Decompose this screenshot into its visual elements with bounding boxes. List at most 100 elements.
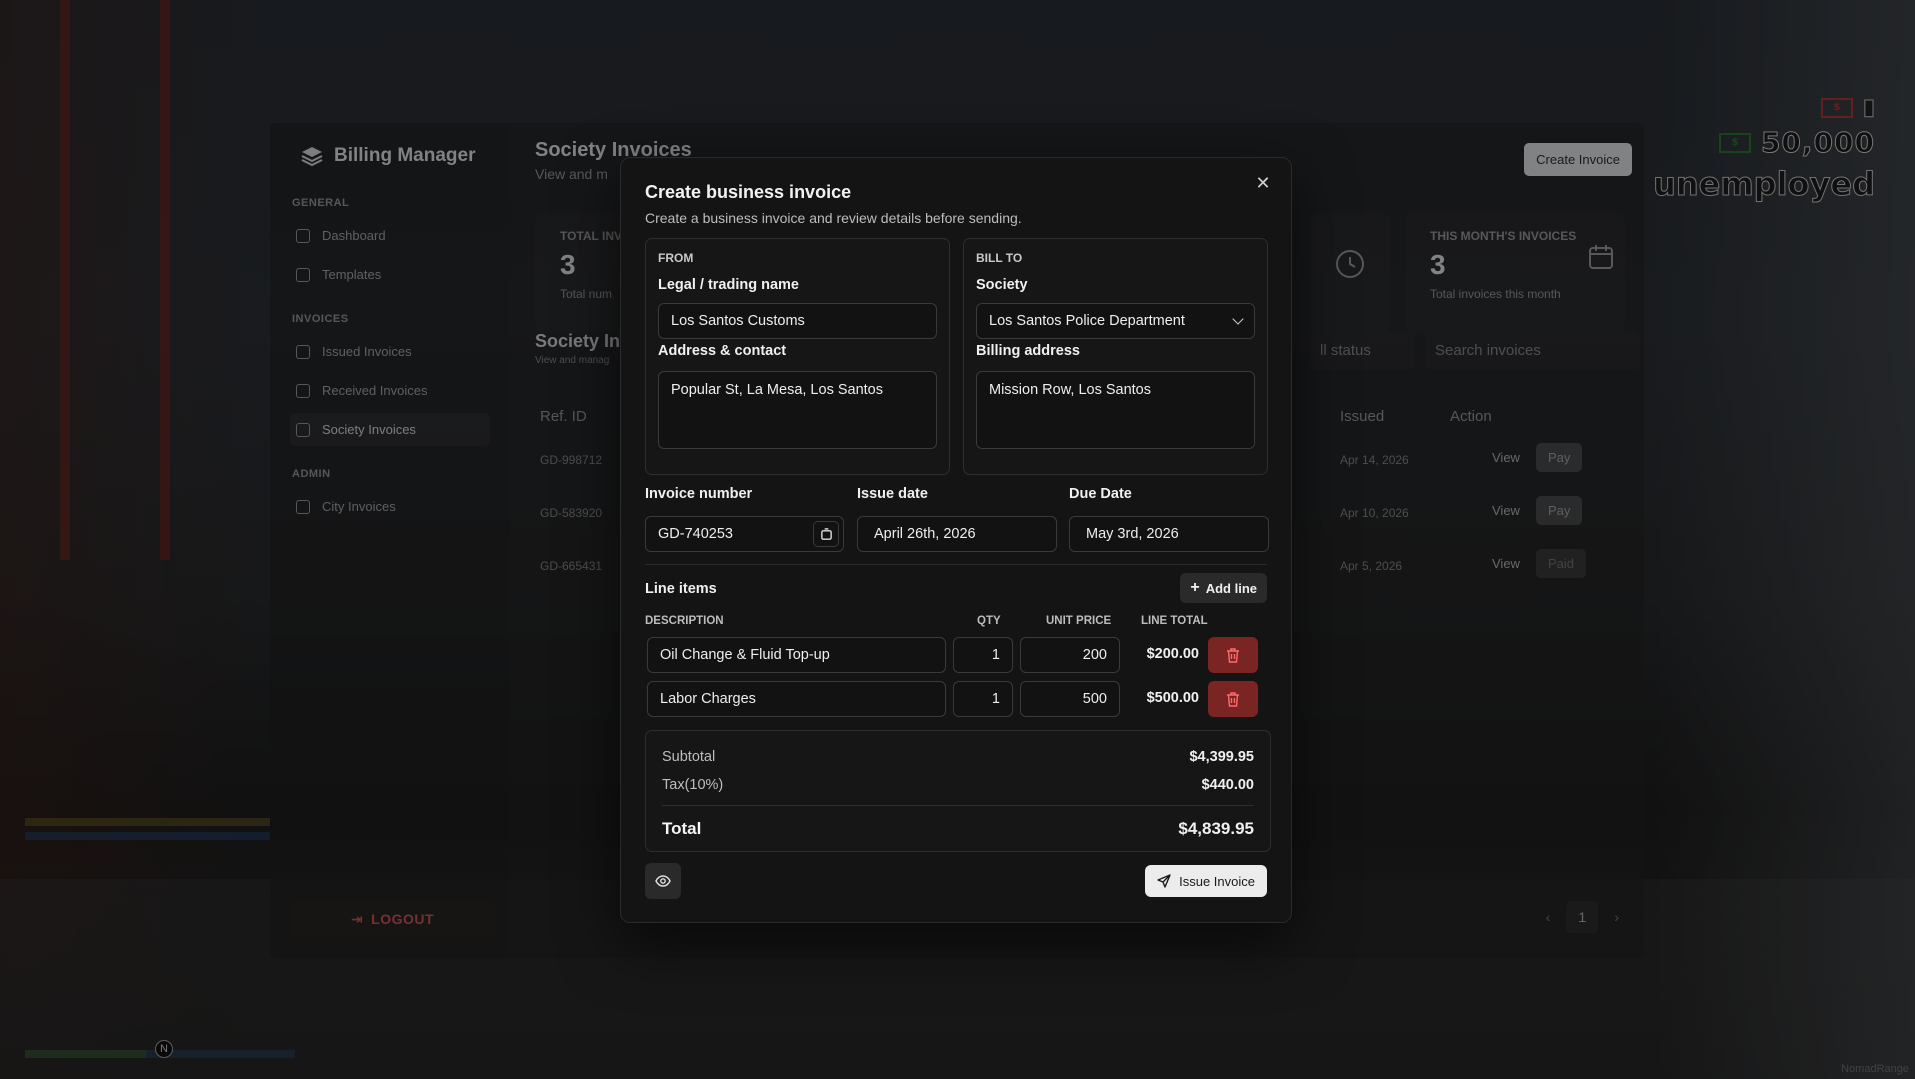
address-contact-label: Address & contact (658, 343, 787, 359)
sidebar-item-label: Issued Invoices (322, 344, 412, 359)
total-value: $4,839.95 (1178, 818, 1254, 838)
trading-name-input[interactable]: Los Santos Customs (658, 303, 937, 339)
sidebar-item-received-invoices[interactable]: Received Invoices (290, 374, 490, 407)
stat-foot: Total invoices this month (1430, 287, 1561, 301)
due-date-input[interactable]: May 3rd, 2026 (1069, 516, 1269, 552)
sidebar-item-dashboard[interactable]: Dashboard (290, 219, 490, 252)
tax-label: Tax(10%) (662, 777, 724, 793)
paid-badge: Paid (1536, 549, 1587, 578)
calendar-icon (1589, 245, 1613, 269)
from-tag: FROM (658, 251, 694, 265)
sidebar-item-issued-invoices[interactable]: Issued Invoices (290, 335, 490, 368)
sidebar-item-label: City Invoices (322, 499, 396, 514)
create-invoice-button[interactable]: Create Invoice (1524, 143, 1632, 176)
chevron-left-icon[interactable]: ‹ (1546, 909, 1551, 925)
bill-to-tag: BILL TO (976, 251, 1023, 265)
templates-icon (296, 267, 310, 282)
regenerate-button[interactable] (813, 521, 839, 547)
subtotal-value: $4,399.95 (1189, 749, 1254, 765)
logout-button[interactable]: ⇥ LOGOUT (290, 900, 495, 938)
trading-name-label: Legal / trading name (658, 277, 799, 293)
table-row-issued: Apr 5, 2026 (1340, 559, 1403, 573)
invoice-number-label: Invoice number (645, 486, 753, 502)
table-row-ref: GD-998712 (540, 453, 603, 467)
stat-label: THIS MONTH'S INVOICES (1430, 229, 1577, 243)
quantity-input[interactable]: 1 (953, 637, 1013, 673)
billing-address-textarea[interactable]: Mission Row, Los Santos (976, 371, 1255, 449)
input-value: 500 (1082, 691, 1107, 707)
document-icon (296, 344, 310, 359)
document-icon (296, 422, 310, 437)
eye-icon (655, 875, 671, 887)
column-header-line-total: LINE TOTAL (1141, 615, 1208, 627)
document-icon (296, 499, 310, 514)
sidebar-item-label: Templates (322, 267, 382, 282)
issue-invoice-button[interactable]: Issue Invoice (1145, 865, 1267, 897)
line-total: $200.00 (1146, 646, 1199, 662)
column-header-qty: QTY (977, 615, 1001, 627)
unit-price-input[interactable]: 200 (1020, 637, 1120, 673)
input-value: GD-740253 (658, 526, 733, 542)
delete-line-button[interactable] (1208, 637, 1258, 673)
input-value: Labor Charges (660, 691, 756, 707)
input-value: 200 (1082, 647, 1107, 663)
clock-icon (1336, 250, 1364, 278)
preview-button[interactable] (645, 863, 681, 899)
society-label: Society (976, 277, 1028, 293)
sidebar-item-label: Received Invoices (322, 383, 428, 398)
input-value: April 26th, 2026 (874, 526, 976, 542)
billing-address-label: Billing address (976, 343, 1080, 359)
logout-label: LOGOUT (371, 911, 435, 927)
table-row-ref: GD-665431 (540, 559, 603, 573)
total-label: Total (662, 818, 702, 838)
sidebar-item-templates[interactable]: Templates (290, 258, 490, 291)
search-input[interactable]: Search invoices (1425, 332, 1640, 370)
status-filter-select[interactable]: ll status (1310, 332, 1415, 370)
trash-icon (1227, 647, 1239, 663)
pay-button[interactable]: Pay (1536, 443, 1583, 472)
chevron-down-icon (1232, 313, 1244, 325)
from-section: FROM Legal / trading name Los Santos Cus… (645, 238, 950, 475)
pagination: ‹ 1 › (1546, 901, 1619, 933)
column-header-ref: Ref. ID (540, 408, 587, 425)
view-button[interactable]: View (1480, 549, 1532, 578)
unit-price-input[interactable]: 500 (1020, 681, 1120, 717)
bill-to-section: BILL TO Society Los Santos Police Depart… (963, 238, 1268, 475)
sidebar-item-label: Dashboard (322, 228, 386, 243)
refresh-icon (820, 527, 832, 540)
sidebar-item-society-invoices[interactable]: Society Invoices (290, 413, 490, 446)
line-item-row: Oil Change & Fluid Top-up 1 200 $200.00 (645, 637, 1271, 673)
invoice-number-input[interactable]: GD-740253 (645, 516, 844, 552)
table-row-ref: GD-583920 (540, 506, 603, 520)
chevron-right-icon[interactable]: › (1614, 909, 1619, 925)
sidebar-item-city-invoices[interactable]: City Invoices (290, 490, 490, 523)
select-value: Los Santos Police Department (989, 313, 1185, 329)
column-header-unit-price: UNIT PRICE (1046, 615, 1112, 627)
address-contact-textarea[interactable]: Popular St, La Mesa, Los Santos (658, 371, 937, 449)
add-line-button[interactable]: + Add line (1180, 573, 1267, 603)
description-input[interactable]: Oil Change & Fluid Top-up (647, 637, 946, 673)
logout-icon: ⇥ (350, 910, 364, 927)
line-items-label: Line items (645, 581, 717, 597)
issue-invoice-label: Issue Invoice (1179, 873, 1255, 889)
modal-subtitle: Create a business invoice and review det… (645, 210, 1022, 226)
stat-card-pending (1310, 213, 1390, 333)
subtotal-label: Subtotal (662, 749, 716, 765)
quantity-input[interactable]: 1 (953, 681, 1013, 717)
create-invoice-modal: Create business invoice Create a busines… (620, 157, 1292, 923)
page-number[interactable]: 1 (1566, 901, 1599, 933)
pay-button[interactable]: Pay (1536, 496, 1583, 525)
description-input[interactable]: Labor Charges (647, 681, 946, 717)
close-icon[interactable]: ✕ (1253, 174, 1273, 194)
view-button[interactable]: View (1480, 443, 1532, 472)
delete-line-button[interactable] (1208, 681, 1258, 717)
issue-date-input[interactable]: April 26th, 2026 (857, 516, 1057, 552)
totals-summary: Subtotal $4,399.95 Tax(10%) $440.00 Tota… (645, 730, 1271, 852)
subtotal-row: Subtotal $4,399.95 (662, 743, 1254, 771)
view-button[interactable]: View (1480, 496, 1532, 525)
input-value: Oil Change & Fluid Top-up (660, 647, 830, 663)
nav-section-admin: ADMIN (292, 468, 331, 480)
section-divider (645, 564, 1267, 565)
modal-title: Create business invoice (645, 182, 852, 202)
society-select[interactable]: Los Santos Police Department (976, 303, 1255, 339)
